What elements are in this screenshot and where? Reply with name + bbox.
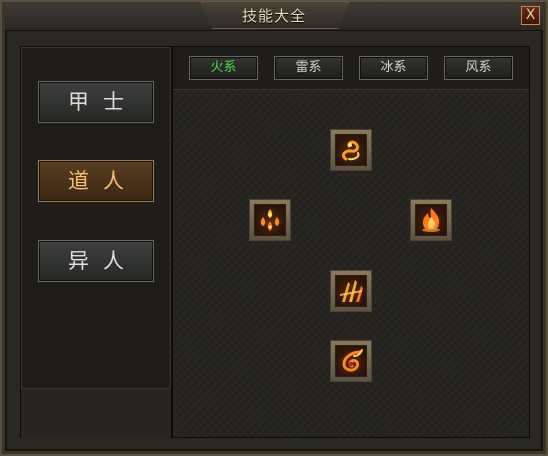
class-button-daoren[interactable]: 道人 [38, 160, 154, 202]
tab-fire[interactable]: 火系 [189, 56, 258, 80]
tab-thunder[interactable]: 雷系 [274, 56, 343, 80]
window-title: 技能大全 [241, 7, 306, 25]
fire-burst-icon [415, 204, 447, 236]
skill-slot-1[interactable] [330, 129, 372, 171]
tab-ice[interactable]: 冰系 [359, 56, 428, 80]
skill-slot-4[interactable] [330, 270, 372, 312]
class-panel-footer [21, 388, 171, 438]
fire-blades-icon [335, 275, 367, 307]
skill-slot-5[interactable] [330, 340, 372, 382]
class-button-jiashi[interactable]: 甲士 [38, 81, 154, 123]
fire-orbs-icon [254, 204, 286, 236]
fire-vortex-icon [335, 345, 367, 377]
tab-wind[interactable]: 风系 [444, 56, 513, 80]
skill-slot-2[interactable] [249, 199, 291, 241]
skill-slot-3[interactable] [410, 199, 452, 241]
class-button-yiren[interactable]: 异人 [38, 240, 154, 282]
close-button[interactable]: X [521, 6, 540, 25]
fire-serpent-icon [335, 134, 367, 166]
